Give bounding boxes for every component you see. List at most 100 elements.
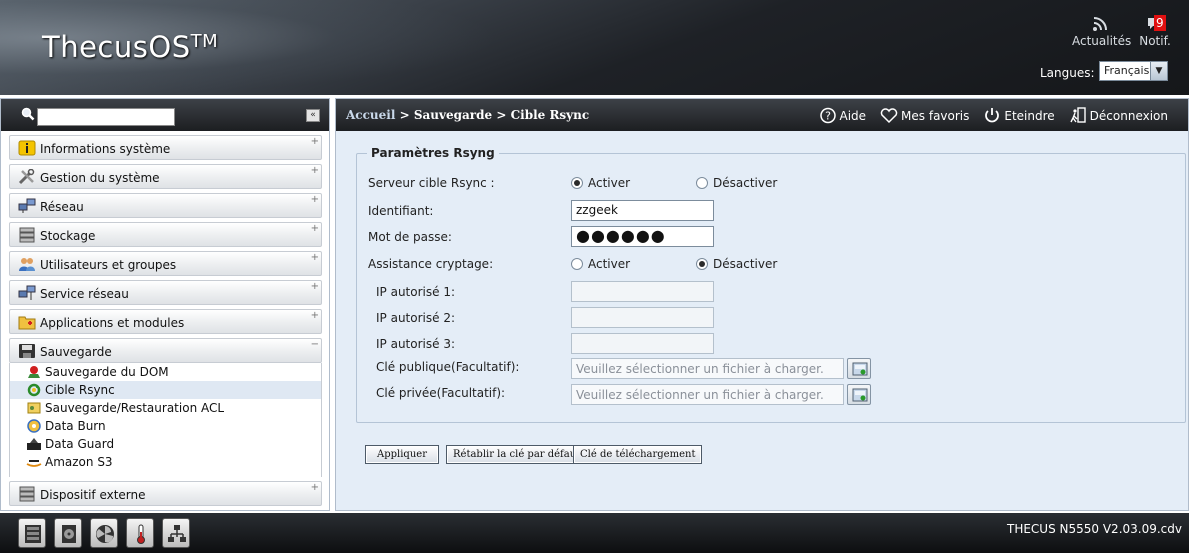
public-key-file-input[interactable]: Veuillez sélectionner un fichier à charg… (571, 358, 844, 379)
sidebar-item-storage[interactable]: Stockage + (9, 222, 322, 247)
svg-text:?: ? (825, 110, 831, 123)
disc-icon (27, 419, 41, 433)
expand-icon[interactable]: + (311, 281, 319, 292)
radio-unchecked[interactable] (571, 258, 583, 270)
shutdown-button[interactable]: Eteindre (983, 107, 1055, 124)
server-enable-radio[interactable]: Activer (571, 176, 630, 190)
radio-checked[interactable] (696, 258, 708, 270)
username-label: Identifiant: (368, 204, 434, 218)
apps-icon (18, 316, 36, 330)
password-input[interactable]: ●●●●●● (571, 226, 714, 247)
footer-disk-button[interactable] (54, 518, 82, 548)
heart-icon (880, 108, 898, 124)
backup-submenu: Sauvegarde du DOM Cible Rsync Sauvegarde… (9, 363, 322, 477)
public-key-label: Clé publique(Facultatif): (376, 360, 520, 374)
question-icon: ? (819, 107, 836, 124)
expand-icon[interactable]: + (311, 310, 319, 321)
footer-server-button[interactable] (18, 518, 46, 548)
private-key-browse-button[interactable] (847, 384, 871, 405)
notif-count-badge: 9 (1154, 15, 1166, 31)
main-toolbar: Accueil > Sauvegarde > Cible Rsync ? Aid… (336, 99, 1188, 131)
radio-checked[interactable] (571, 177, 583, 189)
expand-icon[interactable]: + (311, 165, 319, 176)
backup-icon (19, 344, 35, 358)
sidebar-item-system-info[interactable]: Informations système + (9, 135, 322, 160)
server-label: Serveur cible Rsync : (368, 176, 495, 190)
password-label: Mot de passe: (368, 230, 452, 244)
info-icon (18, 140, 36, 156)
data-guard-icon (27, 438, 41, 450)
firmware-version: THECUS N5550 V2.03.09.cdv (1006, 522, 1182, 536)
username-input[interactable]: zzgeek (571, 200, 714, 221)
reset-default-key-button[interactable]: Rétablir la clé par défaut (446, 445, 588, 464)
allowed-ip-3-label: IP autorisé 3: (376, 337, 455, 351)
amazon-s3-icon (26, 460, 42, 467)
allowed-ip-3-input[interactable] (571, 333, 714, 354)
allowed-ip-2-label: IP autorisé 2: (376, 311, 455, 325)
sidebar-item-apps-modules[interactable]: Applications et modules + (9, 309, 322, 334)
sidebar-item-backup[interactable]: Sauvegarde − (9, 338, 322, 363)
footer-temperature-button[interactable] (126, 518, 154, 548)
encryption-enable-radio[interactable]: Activer (571, 257, 630, 271)
apply-button[interactable]: Appliquer (365, 445, 439, 464)
fieldset-legend: Paramètres Rsyng (367, 146, 499, 160)
allowed-ip-2-input[interactable] (571, 307, 714, 328)
private-key-file-input[interactable]: Veuillez sélectionner un fichier à charg… (571, 384, 844, 405)
expand-icon[interactable]: + (311, 223, 319, 234)
main-panel: Accueil > Sauvegarde > Cible Rsync ? Aid… (335, 98, 1189, 511)
expand-icon[interactable]: + (311, 194, 319, 205)
sidebar-item-network[interactable]: Réseau + (9, 193, 322, 218)
users-icon (19, 258, 35, 271)
sidebar-item-users-groups[interactable]: Utilisateurs et groupes + (9, 251, 322, 276)
rsync-settings-fieldset: Paramètres Rsyng Serveur cible Rsync : A… (356, 146, 1186, 423)
sidebar-nav: Informations système + Gestion du systèm… (9, 135, 322, 510)
allowed-ip-1-input[interactable] (571, 281, 714, 302)
app-header: ThecusOSTM Actualités Notif. 9 Langues: … (0, 0, 1189, 95)
server-icon (25, 525, 41, 543)
private-key-label: Clé privée(Facultatif): (376, 386, 506, 400)
network-icon (18, 198, 36, 213)
encryption-disable-radio[interactable]: Désactiver (696, 257, 777, 271)
fan-icon (96, 525, 114, 543)
collapse-panel-button[interactable]: « (306, 109, 320, 122)
storage-icon (19, 227, 35, 243)
submenu-item-amazon-s3[interactable]: Amazon S3 (10, 453, 321, 471)
help-button[interactable]: ? Aide (819, 107, 866, 124)
chevron-down-icon[interactable]: ▼ (1150, 62, 1167, 80)
logout-button[interactable]: Déconnexion (1069, 107, 1168, 124)
expand-icon[interactable]: + (311, 252, 319, 263)
acl-icon (27, 402, 41, 414)
favorites-button[interactable]: Mes favoris (880, 107, 969, 124)
footer-fan-button[interactable] (90, 518, 118, 548)
language-label: Langues: (1040, 66, 1095, 80)
submenu-item-data-guard[interactable]: Data Guard (10, 435, 321, 453)
search-input[interactable] (37, 108, 175, 126)
public-key-browse-button[interactable] (847, 358, 871, 379)
left-panel: « Informations système + Gestion du syst… (0, 98, 330, 511)
sidebar-item-system-management[interactable]: Gestion du système + (9, 164, 322, 189)
upload-file-icon (852, 388, 868, 402)
submenu-item-rsync-target[interactable]: Cible Rsync (10, 381, 321, 399)
power-icon (985, 108, 1000, 123)
sidebar-item-network-service[interactable]: Service réseau + (9, 280, 322, 305)
hard-disk-icon (62, 525, 76, 543)
news-link[interactable]: Actualités (1072, 16, 1131, 48)
thecusos-logo: ThecusOSTM (42, 30, 219, 64)
sidebar-item-external-device[interactable]: Dispositif externe + (9, 481, 322, 506)
expand-icon[interactable]: + (311, 136, 319, 147)
rsync-target-icon (27, 383, 41, 397)
encryption-label: Assistance cryptage: (368, 257, 494, 271)
language-select[interactable]: Français ▼ (1099, 61, 1168, 81)
thermometer-icon (137, 524, 145, 544)
collapse-icon[interactable]: − (311, 339, 319, 350)
submenu-item-acl[interactable]: Sauvegarde/Restauration ACL (10, 399, 321, 417)
submenu-item-dom-backup[interactable]: Sauvegarde du DOM (10, 363, 321, 381)
expand-icon[interactable]: + (311, 482, 319, 493)
footer-network-button[interactable] (162, 518, 190, 548)
radio-unchecked[interactable] (696, 177, 708, 189)
logout-icon (1070, 107, 1086, 123)
server-disable-radio[interactable]: Désactiver (696, 176, 777, 190)
breadcrumb-home-link[interactable]: Accueil (346, 108, 395, 122)
submenu-item-data-burn[interactable]: Data Burn (10, 417, 321, 435)
download-key-button[interactable]: Clé de téléchargement (573, 445, 703, 464)
